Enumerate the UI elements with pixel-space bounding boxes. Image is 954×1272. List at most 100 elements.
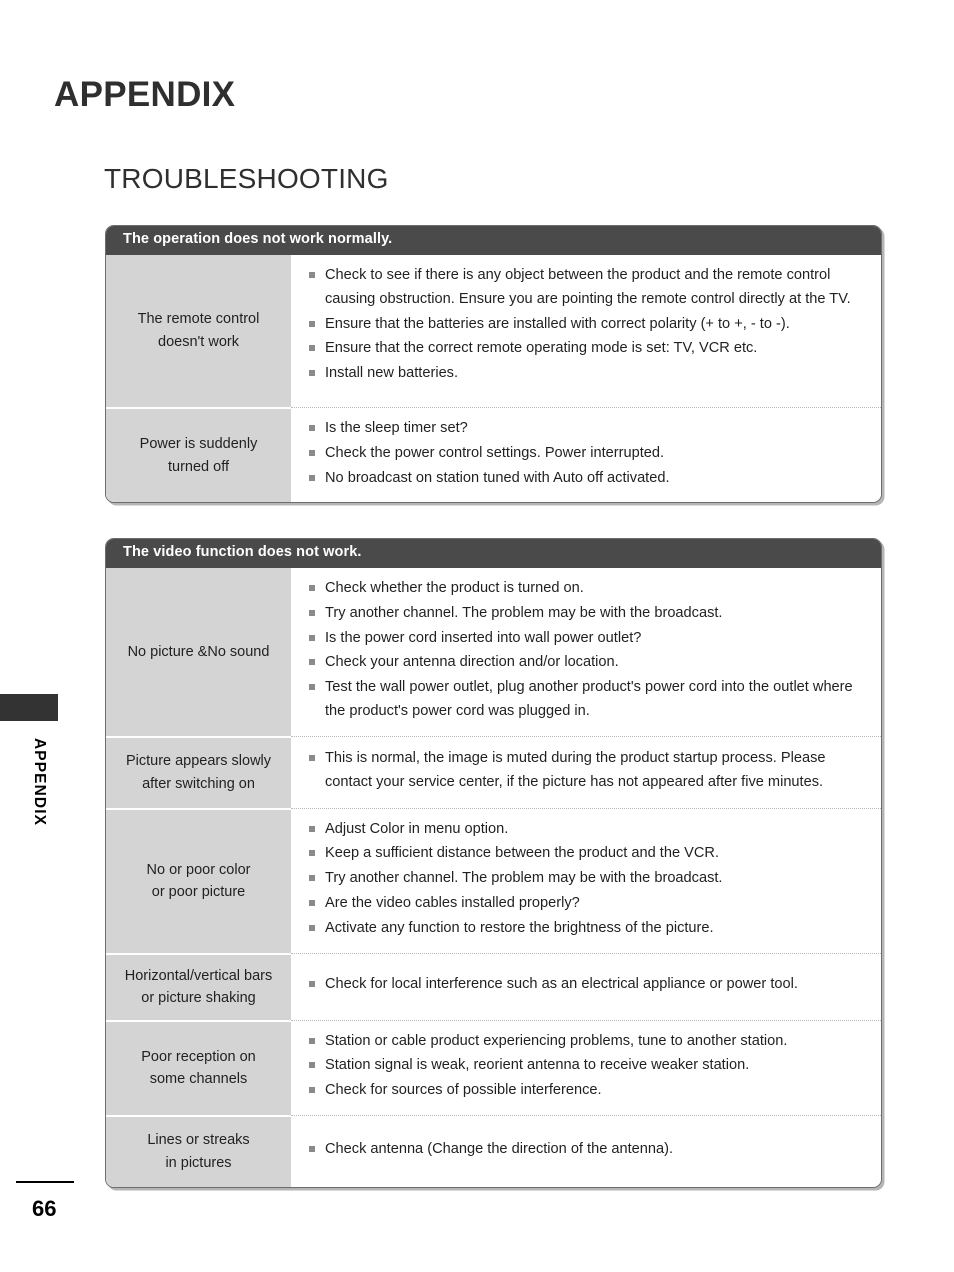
table-row-answers: Check whether the product is turned on. T… [291,568,881,736]
square-bullet-icon [309,899,315,906]
solution-item: Is the power cord inserted into wall pow… [309,627,869,651]
solution-item: Is the sleep timer set? [309,417,869,441]
table-row-answers: Station or cable product experiencing pr… [291,1019,881,1115]
square-bullet-icon [309,850,315,857]
solution-item: Try another channel. The problem may be … [309,867,869,891]
table-header-operation: The operation does not work normally. [106,226,881,255]
solution-item: Ensure that the correct remote operating… [309,337,869,361]
square-bullet-icon [309,1037,315,1044]
square-bullet-icon [309,271,315,278]
solution-item: Check the power control settings. Power … [309,442,869,466]
table-row-answers: This is normal, the image is muted durin… [291,735,881,808]
square-bullet-icon [309,320,315,327]
table-row-answers: Check antenna (Change the direction of t… [291,1114,881,1187]
table-row-label-line: or poor picture [151,884,246,901]
page-number: 66 [32,1196,57,1221]
solution-item: Keep a sufficient distance between the p… [309,842,869,866]
square-bullet-icon [309,449,315,456]
solution-item-text: Check for sources of possible interferen… [325,1082,602,1099]
table-row-label-line: Lines or streaks [147,1132,250,1149]
square-bullet-icon [309,584,315,591]
square-bullet-icon [309,1062,315,1069]
table-row-label-line: Power is suddenly [139,436,258,453]
square-bullet-icon [309,924,315,931]
solution-item: Check antenna (Change the direction of t… [309,1138,869,1162]
solution-item-text: Check the power control settings. Power … [325,444,665,461]
square-bullet-icon [309,424,315,431]
square-bullet-icon [309,345,315,352]
square-bullet-icon [309,684,315,691]
troubleshooting-table-video: The video function does not work. No pic… [105,538,882,1188]
solution-item-text: Check for local interference such as an … [325,976,798,993]
solution-item: Check whether the product is turned on. [309,577,869,601]
square-bullet-icon [309,609,315,616]
table-row-label: The remote control doesn't work [106,254,291,407]
solution-item-text: Activate any function to restore the bri… [325,919,714,936]
solution-item-text: Station or cable product experiencing pr… [325,1032,788,1049]
square-bullet-icon [309,875,315,882]
solution-item: Adjust Color in menu option. [309,818,869,842]
solution-item-text: Are the video cables installed properly? [325,894,580,911]
square-bullet-icon [309,981,315,988]
table-row: Horizontal/vertical bars or picture shaki… [106,952,881,1020]
table-body-operation: The remote control doesn't work Check to s… [106,254,881,503]
solution-item: Station or cable product experiencing pr… [309,1030,869,1054]
solution-item: No broadcast on station tuned with Auto … [309,467,869,491]
table-row-label: Horizontal/vertical bars or picture shaki… [106,952,291,1020]
solution-item-text: Check whether the product is turned on. [325,579,584,596]
square-bullet-icon [309,659,315,666]
table-row: No or poor color or poor picture Adjust Co… [106,807,881,953]
solution-item: Are the video cables installed properly? [309,892,869,916]
table-row: Power is suddenly turned off Is the sleep … [106,406,881,503]
table-row-label-line: or picture shaking [141,990,256,1007]
solution-item-text: Check your antenna direction and/or loca… [325,654,619,671]
solution-item-text: Is the power cord inserted into wall pow… [325,629,642,646]
table-row-label: Power is suddenly turned off [106,406,291,503]
square-bullet-icon [309,1087,315,1094]
table-row-label-line: doesn't work [158,333,239,350]
table-row-label-line: Horizontal/vertical bars [124,967,273,984]
table-row-label-line: No or poor color [146,861,251,878]
solution-item: Check for local interference such as an … [309,973,869,997]
solution-item-text: Is the sleep timer set? [325,419,468,436]
table-row-answers: Adjust Color in menu option. Keep a suffi… [291,807,881,953]
solution-item: Ensure that the batteries are installed … [309,313,869,337]
solution-item-text: Check antenna (Change the direction of t… [325,1140,674,1157]
solution-item-text: Test the wall power outlet, plug another… [325,679,853,719]
solution-item-text: Install new batteries. [325,365,459,382]
table-row-label-line: Poor reception on [141,1048,256,1065]
table-row-label-line: some channels [149,1071,248,1088]
table-row-label-line: after switching on [142,775,255,792]
table-row: Poor reception on some channels Station or… [106,1019,881,1115]
table-row-label-line: Picture appears slowly [125,753,272,770]
square-bullet-icon [309,634,315,641]
solution-item: Try another channel. The problem may be … [309,602,869,626]
table-row-answers: Check to see if there is any object betw… [291,255,881,407]
table-row-answers: Check for local interference such as an … [291,952,881,1020]
solution-item-text: Adjust Color in menu option. [325,820,509,837]
table-row: Picture appears slowly after switching on… [106,735,881,808]
solution-item-text: Try another channel. The problem may be … [325,604,723,621]
solution-item-text: Check to see if there is any object betw… [325,266,851,307]
table-row-label: Lines or streaks in pictures [106,1114,291,1187]
table-row: No picture &No sound Check whether the pr… [106,567,881,736]
table-body-video: No picture &No sound Check whether the pr… [106,567,881,1187]
table-row-label-line: No picture &No sound [127,643,270,660]
solution-item-text: Station signal is weak, reorient antenna… [325,1057,750,1074]
table-row-label-line: turned off [167,458,229,475]
solution-item: Test the wall power outlet, plug another… [309,676,869,724]
section-title: TROUBLESHOOTING [104,163,389,195]
solution-item-text: Ensure that the batteries are installed … [325,315,790,332]
solution-item-text: No broadcast on station tuned with Auto … [325,469,670,486]
solution-item: Check your antenna direction and/or loca… [309,651,869,675]
solution-item: Station signal is weak, reorient antenna… [309,1054,869,1078]
table-row-answers: Is the sleep timer set? Check the power c… [291,406,881,502]
troubleshooting-table-operation: The operation does not work normally. Th… [105,225,882,504]
solution-item: Check for sources of possible interferen… [309,1079,869,1103]
solution-item: Check to see if there is any object betw… [309,264,869,312]
solution-item-text: Ensure that the correct remote operating… [325,340,758,357]
table-row: Lines or streaks in pictures Check antenna… [106,1114,881,1187]
sidebar-vertical-label: APPENDIX [31,738,48,827]
footer-divider [16,1181,74,1183]
solution-item-text: Try another channel. The problem may be … [325,870,723,887]
